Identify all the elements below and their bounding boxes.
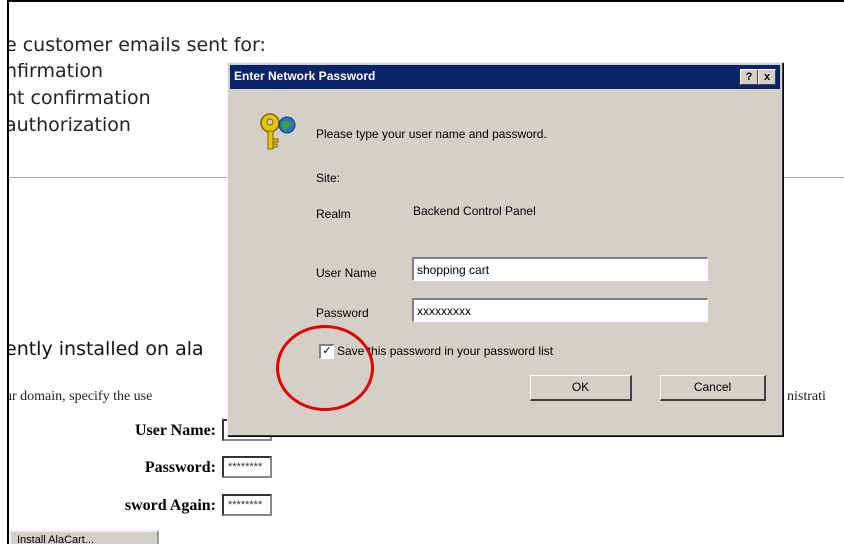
password-field[interactable]: ********	[222, 456, 272, 478]
password-again-label: sword Again:	[124, 497, 216, 514]
description-text-right: nistrati	[787, 389, 826, 404]
password-again-field[interactable]: ********	[222, 494, 272, 516]
dialog-titlebar[interactable]: Enter Network Password ? x	[230, 65, 780, 89]
key-icon	[258, 111, 298, 153]
email-item: authorization	[7, 114, 131, 136]
dialog-password-label: Password	[316, 306, 369, 320]
realm-label: Realm	[316, 207, 351, 221]
cancel-button[interactable]: Cancel	[660, 375, 766, 401]
site-label: Site:	[316, 171, 341, 185]
email-heading: e customer emails sent for:	[7, 34, 266, 56]
dialog-title: Enter Network Password	[234, 69, 376, 83]
help-button[interactable]: ?	[740, 69, 758, 85]
password-label: Password:	[144, 459, 216, 476]
description-text: ur domain, specify the use	[7, 389, 153, 404]
ok-button[interactable]: OK	[530, 375, 632, 401]
section-heading: ently installed on ala	[7, 338, 204, 360]
save-password-label[interactable]: Save this password in your password list	[337, 344, 553, 358]
save-password-checkbox[interactable]: ✓	[319, 344, 334, 359]
dialog-password-input[interactable]: xxxxxxxxx	[412, 298, 708, 322]
dialog-username-label: User Name	[316, 266, 377, 280]
dialog-username-input[interactable]: shopping cart	[412, 257, 708, 281]
username-label: User Name:	[134, 422, 216, 439]
dialog-prompt: Please type your user name and password.	[316, 127, 547, 141]
network-password-dialog: Enter Network Password ? x Please type y…	[227, 62, 783, 436]
realm-value: Backend Control Panel	[413, 204, 536, 218]
close-button[interactable]: x	[758, 69, 776, 85]
email-item: nt confirmation	[7, 87, 151, 109]
email-item: nfirmation	[7, 60, 104, 82]
